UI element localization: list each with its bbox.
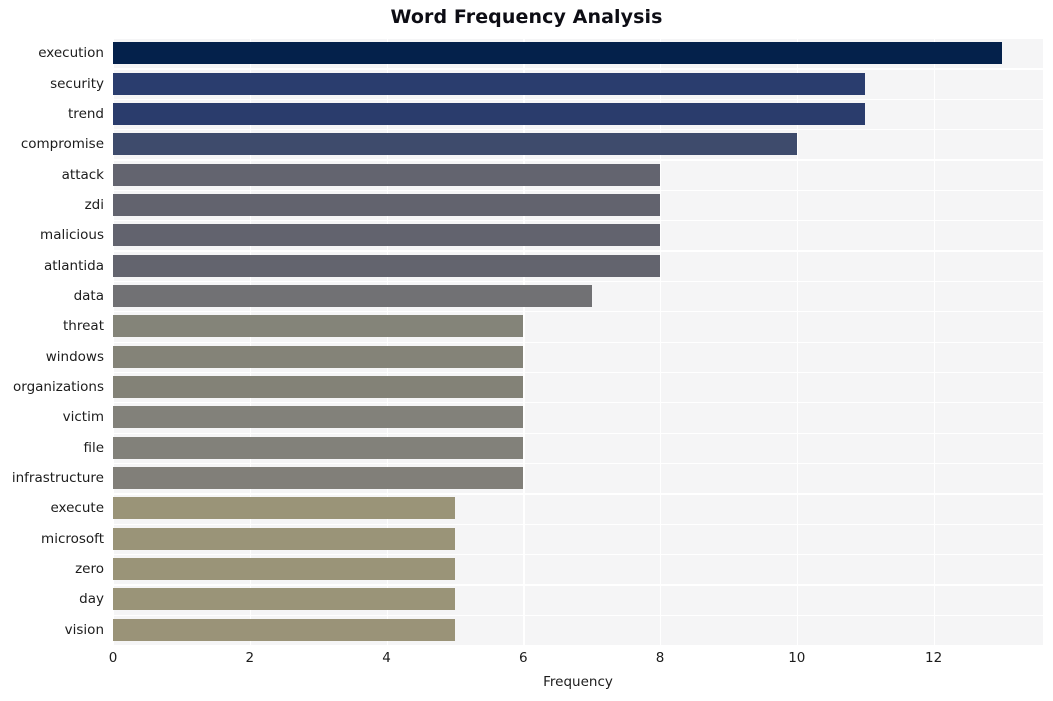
horizontal-gridline (113, 159, 1043, 161)
horizontal-gridline (113, 462, 1043, 465)
bar (113, 467, 524, 490)
bar (113, 224, 661, 247)
plot-area (113, 38, 1043, 645)
y-axis-tick-label: malicious (40, 227, 104, 244)
y-axis-tick-label: trend (68, 105, 104, 122)
bar (113, 284, 592, 307)
bar (113, 618, 455, 641)
bar (113, 315, 524, 338)
x-axis-tick-label: 6 (518, 650, 528, 666)
y-axis-tick-label: zero (75, 561, 104, 578)
bar (113, 163, 661, 186)
horizontal-gridline (113, 129, 1043, 131)
y-axis-tick-label: execution (38, 45, 104, 62)
bar (113, 42, 1002, 65)
y-axis-tick-label: atlantida (43, 257, 104, 274)
bar (113, 527, 455, 550)
y-axis-tick-label: windows (45, 348, 104, 365)
y-axis-tick-label: data (73, 287, 104, 304)
y-axis-tick-label: zdi (84, 196, 104, 213)
y-axis-tick-label: day (79, 591, 104, 608)
horizontal-gridline (113, 280, 1043, 283)
x-axis-tick-label: 2 (245, 650, 255, 666)
y-axis-tick-label: microsoft (41, 530, 104, 547)
horizontal-gridline (113, 493, 1043, 495)
x-axis-tick-label: 0 (108, 650, 118, 666)
bar (113, 558, 455, 581)
y-axis-tick-label: compromise (20, 136, 104, 153)
y-axis-tick-label: threat (63, 318, 104, 335)
x-axis-tick-label: 8 (655, 650, 665, 666)
bar (113, 72, 866, 95)
y-axis-tick-label: vision (64, 621, 104, 638)
y-axis-tick-label: execute (50, 500, 104, 517)
horizontal-gridline (113, 402, 1043, 404)
horizontal-gridline (113, 341, 1043, 343)
horizontal-gridline (113, 371, 1043, 374)
horizontal-gridline (113, 250, 1043, 252)
horizontal-gridline (113, 584, 1043, 586)
bar (113, 102, 866, 125)
word-frequency-chart-figure: Word Frequency Analysis execution securit… (0, 0, 1053, 701)
bar (113, 345, 524, 368)
y-axis-tick-label: organizations (13, 379, 104, 396)
x-axis-tick-label: 4 (382, 650, 391, 666)
x-axis-title: Frequency (543, 674, 613, 690)
horizontal-gridline (113, 553, 1043, 556)
bar (113, 436, 524, 459)
horizontal-gridline (113, 38, 1043, 40)
horizontal-gridline (113, 614, 1043, 616)
bar (113, 254, 661, 277)
x-axis-tick-label: 12 (924, 650, 943, 666)
y-axis-tick-label: file (83, 439, 104, 456)
y-axis-tick-label: victim (62, 409, 104, 426)
horizontal-gridline (113, 220, 1043, 222)
horizontal-gridline (113, 98, 1043, 100)
horizontal-gridline (113, 523, 1043, 525)
bar (113, 193, 661, 216)
bar (113, 406, 524, 429)
bar (113, 133, 797, 156)
bar (113, 588, 455, 611)
y-axis-tick-label: attack (61, 166, 104, 183)
x-axis-tick-label: 10 (788, 650, 806, 666)
bar (113, 497, 455, 520)
chart-title: Word Frequency Analysis (390, 6, 663, 28)
horizontal-gridline (113, 189, 1043, 192)
bar (113, 376, 524, 399)
horizontal-gridline (113, 432, 1043, 434)
y-axis-tick-label: security (50, 75, 104, 92)
horizontal-gridline (113, 68, 1043, 70)
y-axis-tick-label: infrastructure (11, 470, 104, 487)
horizontal-gridline (113, 311, 1043, 313)
